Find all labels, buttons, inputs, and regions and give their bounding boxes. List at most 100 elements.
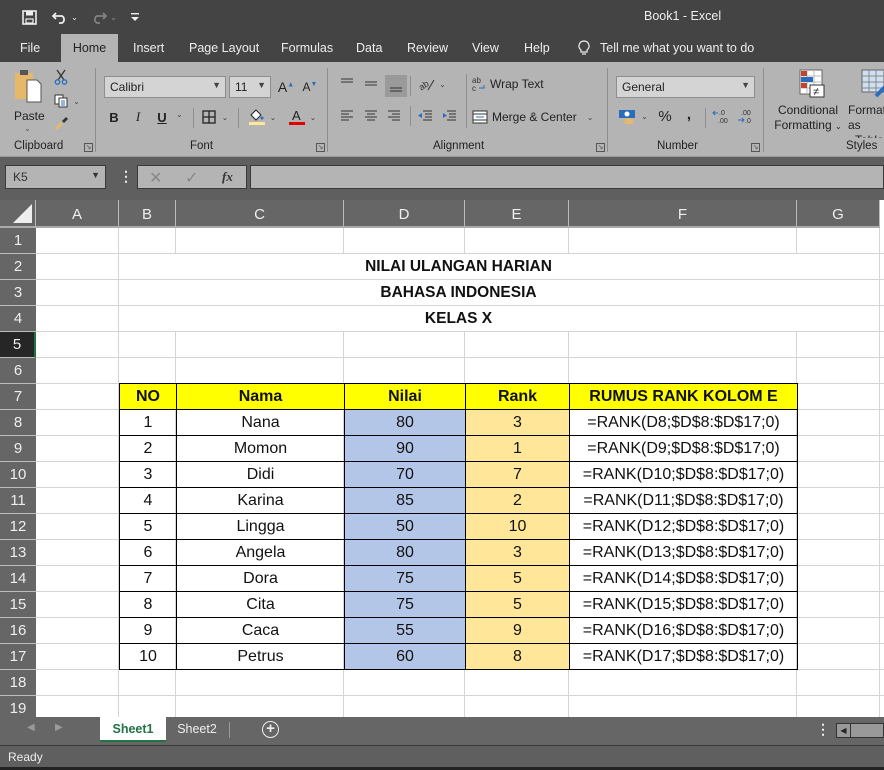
tab-page-layout[interactable]: Page Layout [183,34,265,62]
row-header-19[interactable]: 19 [0,696,36,717]
row-header-2[interactable]: 2 [0,254,36,280]
cell-rank[interactable]: 2 [465,487,570,514]
column-header-b[interactable]: B [119,200,176,228]
cell-no[interactable]: 1 [119,409,177,436]
cell-no[interactable]: 2 [119,435,177,462]
tab-view[interactable]: View [466,34,505,62]
decrease-indent-button[interactable] [416,106,434,124]
row-header-15[interactable]: 15 [0,592,36,618]
number-launcher[interactable]: ↘ [751,143,760,152]
font-launcher[interactable]: ↘ [316,143,325,152]
cell-nilai[interactable]: 90 [344,435,466,462]
conditional-formatting-button[interactable]: ≠ Conditional Formatting ⌄ [772,68,844,138]
cell-nilai[interactable]: 80 [344,539,466,566]
cell-rumus[interactable]: =RANK(D10;$D$8:$D$17;0) [569,461,798,488]
cell-no[interactable]: 10 [119,643,177,670]
save-button[interactable] [18,7,40,27]
cell-nama[interactable]: Nana [176,409,345,436]
cell-rank[interactable]: 3 [465,539,570,566]
row-header-11[interactable]: 11 [0,488,36,514]
comma-style-button[interactable]: , [682,104,696,124]
column-header-c[interactable]: C [176,200,344,228]
paste-button[interactable]: Paste ⌄ [10,68,48,136]
cell-rumus[interactable]: =RANK(D12;$D$8:$D$17;0) [569,513,798,540]
cell-no[interactable]: 7 [119,565,177,592]
row-header-1[interactable]: 1 [0,228,36,254]
cell-rumus[interactable]: =RANK(D9;$D$8:$D$17;0) [569,435,798,462]
formula-input[interactable] [250,165,884,189]
tab-insert[interactable]: Insert [127,34,170,62]
cell-rank[interactable]: 9 [465,617,570,644]
sheet-tab-sheet1[interactable]: Sheet1 [100,717,166,742]
cell-no[interactable]: 8 [119,591,177,618]
cell-nilai[interactable]: 75 [344,565,466,592]
cell-rank[interactable]: 10 [465,513,570,540]
cell-rumus[interactable]: =RANK(D16;$D$8:$D$17;0) [569,617,798,644]
format-as-table-button[interactable]: Format as Table [848,68,884,138]
decrease-font-size-button[interactable]: A▼ [300,76,320,98]
select-all-button[interactable] [0,200,36,228]
undo-button[interactable]: ⌄ [48,7,82,27]
format-painter-button[interactable] [52,114,70,132]
redo-button[interactable]: ⌄ [88,7,120,27]
cell-rumus[interactable]: =RANK(D13;$D$8:$D$17;0) [569,539,798,566]
title-cell-1[interactable]: NILAI ULANGAN HARIAN [120,254,797,279]
cancel-icon[interactable]: ✕ [149,168,162,188]
italic-button[interactable]: I [130,106,146,128]
name-box[interactable]: K5 ▼ [5,165,106,189]
header-rumus[interactable]: RUMUS RANK KOLOM E [569,383,798,410]
cell-nama[interactable]: Didi [176,461,345,488]
column-header-d[interactable]: D [344,200,465,228]
tab-file[interactable]: File [14,34,46,62]
more-options-icon[interactable]: ⋮ [119,169,133,183]
cell-rumus[interactable]: =RANK(D15;$D$8:$D$17;0) [569,591,798,618]
number-format-select[interactable]: General ▼ [616,76,755,98]
row-header-7[interactable]: 7 [0,384,36,410]
bold-button[interactable]: B [106,106,122,128]
alignment-launcher[interactable]: ↘ [596,143,605,152]
tab-home[interactable]: Home [61,34,118,62]
cell-rank[interactable]: 3 [465,409,570,436]
cell-nilai[interactable]: 55 [344,617,466,644]
header-nilai[interactable]: Nilai [344,383,466,410]
cell-nilai[interactable]: 85 [344,487,466,514]
header-no[interactable]: NO [119,383,177,410]
cell-no[interactable]: 6 [119,539,177,566]
cell-rank[interactable]: 1 [465,435,570,462]
cell-nama[interactable]: Cita [176,591,345,618]
bottom-align-button[interactable] [385,75,407,97]
customize-qat-button[interactable] [128,7,142,27]
cell-rank[interactable]: 5 [465,591,570,618]
font-color-button[interactable]: A ⌄ [284,106,320,128]
increase-decimal-button[interactable]: .0.00 [711,106,731,126]
align-right-button[interactable] [386,106,402,124]
clipboard-launcher[interactable]: ↘ [84,143,93,152]
wrap-text-button[interactable]: ab c Wrap Text [472,74,554,94]
cell-nilai[interactable]: 80 [344,409,466,436]
cell-no[interactable]: 5 [119,513,177,540]
title-cell-2[interactable]: BAHASA INDONESIA [120,280,797,305]
row-header-13[interactable]: 13 [0,540,36,566]
font-size-select[interactable]: 11 ▼ [229,76,271,98]
header-rank[interactable]: Rank [465,383,570,410]
cell-nama[interactable]: Angela [176,539,345,566]
horizontal-scrollbar[interactable] [851,723,884,738]
column-header-e[interactable]: E [465,200,569,228]
middle-align-button[interactable] [362,74,380,92]
cell-nilai[interactable]: 75 [344,591,466,618]
title-cell-3[interactable]: KELAS X [120,306,797,331]
cell-rumus[interactable]: =RANK(D14;$D$8:$D$17;0) [569,565,798,592]
tab-formulas[interactable]: Formulas [275,34,339,62]
underline-button[interactable]: U [154,106,170,128]
top-align-button[interactable] [338,74,356,92]
row-header-4[interactable]: 4 [0,306,36,332]
more-options-icon[interactable]: ⋮ [816,721,830,738]
row-header-16[interactable]: 16 [0,618,36,644]
scroll-sheets-left-icon[interactable]: ◀ [27,722,35,733]
align-center-button[interactable] [363,106,379,124]
fill-color-button[interactable]: ⌄ [245,106,279,128]
cell-no[interactable]: 3 [119,461,177,488]
row-header-18[interactable]: 18 [0,670,36,696]
increase-font-size-button[interactable]: A▲ [276,76,296,98]
orientation-button[interactable]: ab ⌄ [416,74,448,94]
